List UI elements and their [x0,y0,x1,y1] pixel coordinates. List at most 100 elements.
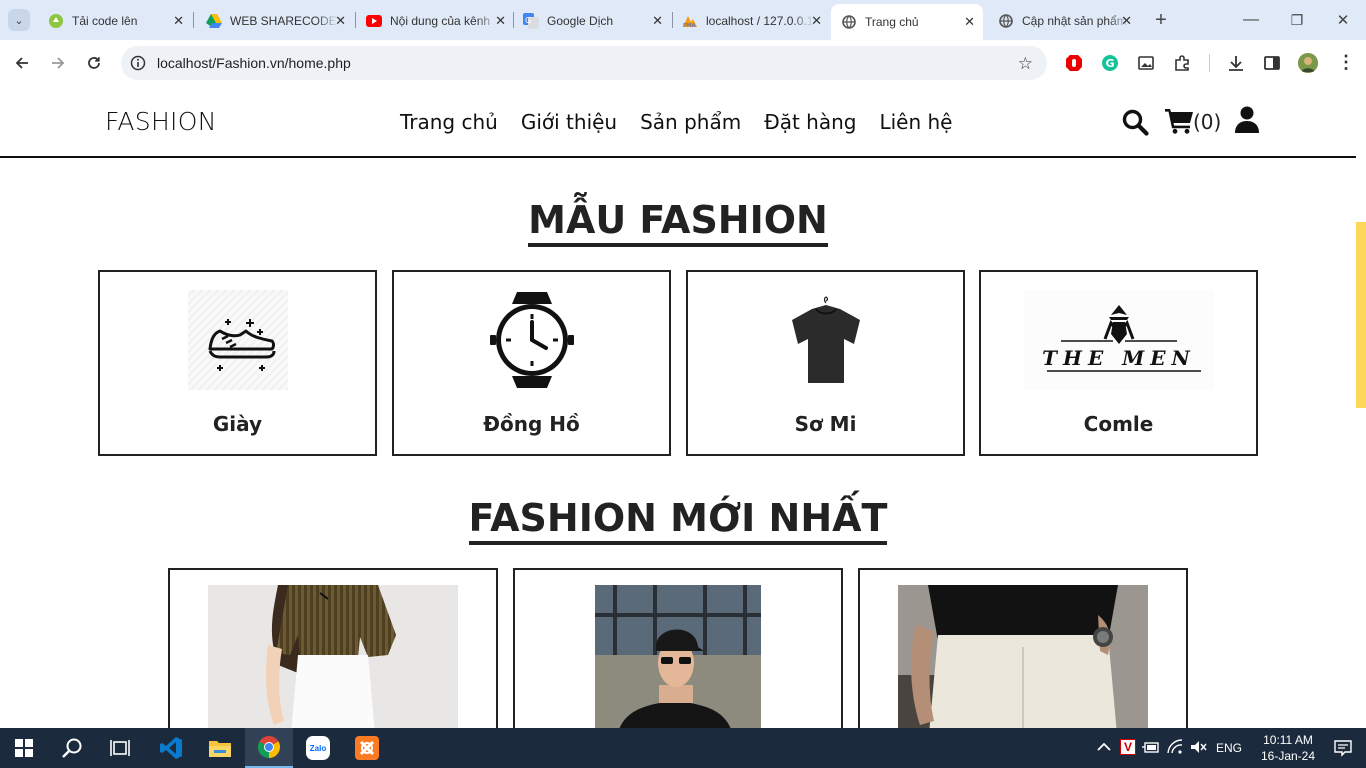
tab-cap-nhat-san-pham[interactable]: Cập nhật sản phẩm ✕ [990,6,1140,36]
notification-icon[interactable] [1334,739,1352,760]
globe-icon [998,13,1014,29]
search-icon [62,738,82,758]
close-tab-icon[interactable]: ✕ [173,13,184,29]
section-title-new-fashion: FASHION MỚI NHẤT [0,496,1356,545]
tab-sharecode-upload[interactable]: Tải code lên ✕ [40,6,192,36]
forward-button[interactable] [47,52,69,74]
minimize-window-button[interactable]: — [1240,9,1262,31]
taskbar-search-button[interactable] [48,728,96,768]
category-label: Comle [1083,412,1154,436]
category-card-comle[interactable]: THE MEN Comle [979,270,1258,456]
svg-text:G: G [525,16,531,25]
product-card[interactable] [858,568,1188,728]
themen-logo: THE MEN [1023,290,1214,390]
file-explorer-icon [209,741,231,757]
category-card-giay[interactable]: Giày [98,270,377,456]
restore-window-button[interactable]: ❐ [1286,9,1308,31]
close-window-button[interactable]: ✕ [1332,9,1354,31]
taskbar-zalo[interactable]: Zalo [294,728,342,768]
adblock-extension-icon[interactable] [1065,54,1083,77]
taskbar-chrome[interactable] [245,728,293,768]
main-nav: Trang chủ Giới thiệu Sản phẩm Đặt hàng L… [400,110,953,134]
nav-trang-chu[interactable]: Trang chủ [400,110,498,134]
nav-lien-he[interactable]: Liên hệ [879,110,952,134]
phpmyadmin-icon: PMA [682,13,698,29]
category-label: Sơ Mi [794,412,857,436]
chevron-up-icon[interactable] [1097,740,1111,754]
close-tab-icon[interactable]: ✕ [964,14,975,30]
back-button[interactable] [11,52,33,74]
grammarly-extension-icon[interactable]: G [1101,54,1119,77]
start-button[interactable] [0,728,48,768]
search-icon[interactable] [1121,108,1149,141]
new-tab-button[interactable]: + [1150,9,1172,31]
tab-phpmyadmin[interactable]: PMA localhost / 127.0.0.1 ✕ [674,6,830,36]
extensions-puzzle-icon[interactable] [1173,54,1191,77]
site-info-icon[interactable] [130,55,146,76]
cart-icon[interactable] [1165,107,1194,139]
globe-icon [841,14,857,30]
category-card-dong-ho[interactable]: Đồng Hồ [392,270,671,456]
close-tab-icon[interactable]: ✕ [495,13,506,29]
bookmark-star-icon[interactable]: ☆ [1018,54,1033,74]
man-in-white-trousers-photo [898,585,1148,728]
nav-san-pham[interactable]: Sản phẩm [640,110,741,134]
sharecode-icon [48,13,64,29]
svg-text:THE MEN: THE MEN [1042,346,1196,370]
reload-icon [88,57,100,69]
tab-google-translate[interactable]: G Google Dịch ✕ [515,6,671,36]
address-bar[interactable]: localhost/Fashion.vn/home.php ☆ [121,46,1047,80]
tab-youtube-content[interactable]: Nội dung của kênh ✕ [358,6,514,36]
download-icon[interactable] [1227,54,1245,77]
browser-menu-icon[interactable]: ⋮ [1337,52,1355,73]
category-card-so-mi[interactable]: Sơ Mi [686,270,965,456]
site-logo[interactable]: FASHION [105,107,217,136]
google-translate-icon: G [523,13,539,29]
woman-in-plaid-blouse-photo [208,585,458,728]
close-tab-icon[interactable]: ✕ [1121,13,1132,29]
category-label: Giày [212,412,263,436]
cart-count[interactable]: (0) [1193,110,1221,134]
product-card[interactable] [168,568,498,728]
reload-button[interactable] [83,52,105,74]
task-view-button[interactable] [96,728,144,768]
product-card[interactable] [513,568,843,728]
svg-text:G: G [1106,57,1115,70]
image-extension-icon[interactable] [1137,54,1155,77]
url-text[interactable]: localhost/Fashion.vn/home.php [157,55,351,71]
section-title-categories: MẪU FASHION [0,198,1356,247]
nav-dat-hang[interactable]: Đặt hàng [764,110,856,134]
svg-text:PMA: PMA [683,23,696,28]
tab-web-sharecode[interactable]: WEB SHARECODE ✕ [198,6,354,36]
speaker-muted-icon[interactable] [1190,740,1208,757]
page-viewport: FASHION Trang chủ Giới thiệu Sản phẩm Đặ… [0,86,1366,728]
tab-trang-chu[interactable]: Trang chủ ✕ [831,4,983,40]
user-account-icon[interactable] [1235,106,1259,138]
nav-gioi-thieu[interactable]: Giới thiệu [521,110,617,134]
product-image[interactable] [208,585,458,728]
wifi-icon[interactable] [1166,739,1184,758]
product-image[interactable] [898,585,1148,728]
unikey-icon[interactable]: V [1120,739,1136,755]
close-tab-icon[interactable]: ✕ [811,13,822,29]
battery-icon[interactable] [1142,740,1160,757]
close-tab-icon[interactable]: ✕ [652,13,663,29]
vscode-icon [160,737,182,759]
product-image[interactable] [595,585,761,728]
google-drive-icon [206,13,222,29]
category-label: Đồng Hồ [483,412,580,436]
browser-tab-bar: ⌄ Tải code lên ✕ WEB SHARECODE ✕ Nội dun… [0,0,1366,40]
input-language[interactable]: ENG [1216,741,1242,755]
profile-avatar[interactable] [1298,53,1318,73]
side-panel-icon[interactable] [1263,54,1281,77]
taskbar-file-explorer[interactable] [196,728,244,768]
taskbar-xampp[interactable] [343,728,391,768]
tab-search-button[interactable]: ⌄ [8,9,30,31]
close-tab-icon[interactable]: ✕ [335,13,346,29]
scroll-indicator[interactable] [1356,222,1366,408]
clock[interactable]: 10:11 AM 16-Jan-24 [1258,732,1318,764]
windows-start-icon [15,739,33,757]
site-header: FASHION Trang chủ Giới thiệu Sản phẩm Đặ… [0,86,1356,158]
browser-toolbar: localhost/Fashion.vn/home.php ☆ G ⋮ [0,40,1366,86]
taskbar-vscode[interactable] [147,728,195,768]
